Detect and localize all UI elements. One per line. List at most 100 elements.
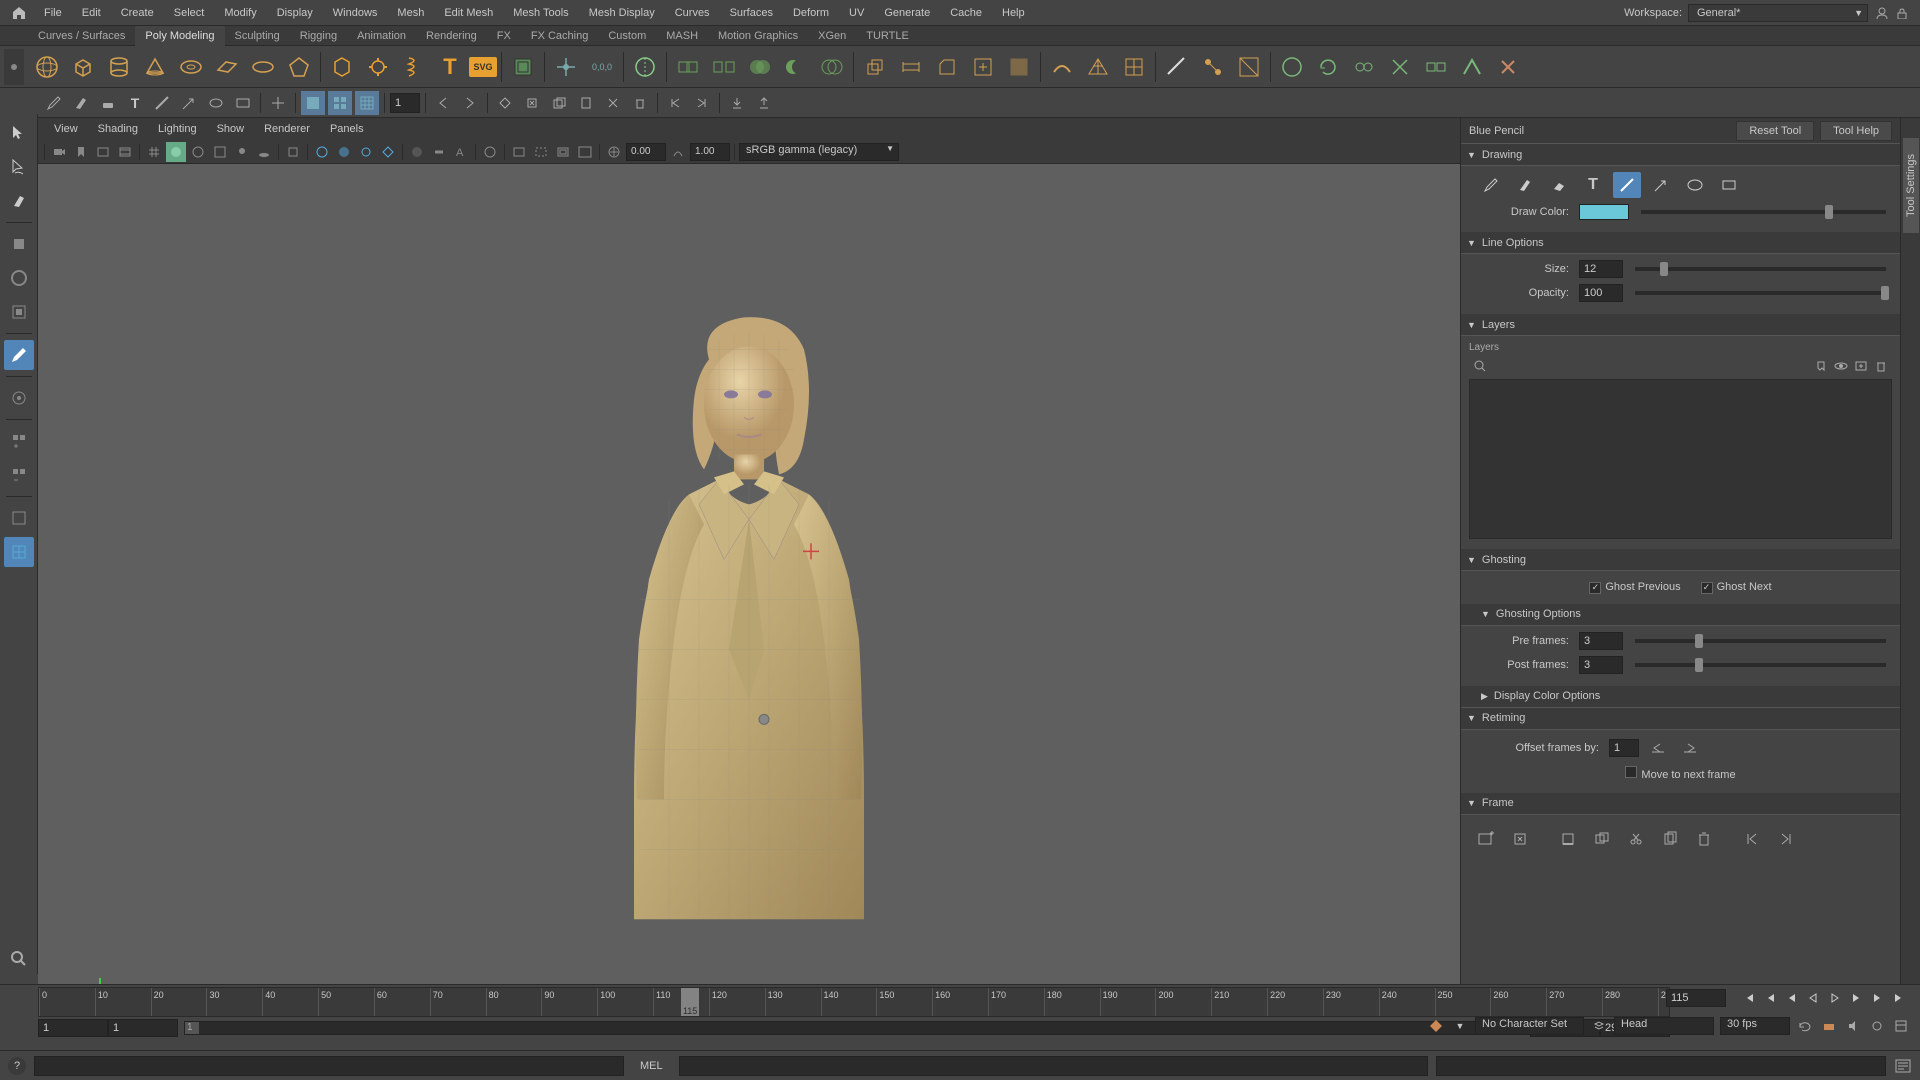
vp-film-icon[interactable] (115, 142, 135, 162)
menu-generate[interactable]: Generate (874, 0, 940, 26)
postframes-input[interactable] (1579, 656, 1623, 674)
search-icon[interactable] (4, 944, 34, 974)
play-back-icon[interactable] (1804, 989, 1822, 1007)
opacity-input[interactable] (1579, 284, 1623, 302)
vp-ao-icon[interactable] (407, 142, 427, 162)
vp-menu-lighting[interactable]: Lighting (150, 123, 205, 135)
step-back-icon[interactable] (1782, 989, 1800, 1007)
go-end-icon[interactable] (1892, 989, 1910, 1007)
combine-icon[interactable] (671, 50, 705, 84)
connect-icon[interactable] (1232, 50, 1266, 84)
arrow-icon[interactable] (177, 91, 201, 115)
step-back-key-icon[interactable] (1760, 989, 1778, 1007)
autokey-icon[interactable] (1427, 1017, 1445, 1035)
vp-gamma-input[interactable] (690, 143, 730, 161)
cylinder-icon[interactable] (102, 50, 136, 84)
layer-delete-icon[interactable] (1874, 359, 1888, 373)
menu-surfaces[interactable]: Surfaces (720, 0, 783, 26)
vp-shaded-icon[interactable] (166, 142, 186, 162)
vp-xray2-icon[interactable] (334, 142, 354, 162)
preframes-input[interactable] (1579, 632, 1623, 650)
cut-frame-icon[interactable] (601, 91, 625, 115)
menu-mesh-tools[interactable]: Mesh Tools (503, 0, 578, 26)
layer-add-icon[interactable] (1854, 359, 1868, 373)
section-layers[interactable]: ▼Layers (1461, 314, 1900, 336)
vp-safe-icon[interactable] (553, 142, 573, 162)
select-tool-icon[interactable] (4, 118, 34, 148)
merge-icon[interactable] (1347, 50, 1381, 84)
multicut-icon[interactable] (1160, 50, 1194, 84)
vp-textured-icon[interactable] (210, 142, 230, 162)
layout-four-icon[interactable] (4, 537, 34, 567)
opacity-input[interactable] (390, 93, 420, 113)
offset-right-icon[interactable] (1677, 736, 1703, 760)
pencil-icon[interactable] (42, 91, 66, 115)
sync-icon[interactable] (1868, 1017, 1886, 1035)
trash-icon[interactable] (628, 91, 652, 115)
quadrangulate-icon[interactable] (1117, 50, 1151, 84)
eraser-icon[interactable] (96, 91, 120, 115)
vp-camera-icon[interactable] (49, 142, 69, 162)
move-tool-icon[interactable] (4, 229, 34, 259)
section-drawing[interactable]: ▼Drawing (1461, 144, 1900, 166)
cone-icon[interactable] (138, 50, 172, 84)
shelf-tab-fxcaching[interactable]: FX Caching (521, 26, 598, 46)
draw-arrow-icon[interactable] (1647, 172, 1675, 198)
layer-menu-icon[interactable] (1590, 1017, 1608, 1035)
svg-icon[interactable]: SVG (469, 57, 497, 77)
shelf-tab-rigging[interactable]: Rigging (290, 26, 347, 46)
plane-icon[interactable] (210, 50, 244, 84)
superellipse-icon[interactable] (325, 50, 359, 84)
viewport[interactable]: M renderCam (masterLayer) -X (38, 164, 1460, 1030)
shelf-tab-rendering[interactable]: Rendering (416, 26, 487, 46)
command-input[interactable] (679, 1056, 1428, 1076)
scale-tool-icon[interactable] (4, 297, 34, 327)
detach-icon[interactable] (1419, 50, 1453, 84)
grid4-icon[interactable] (328, 91, 352, 115)
ellipse-icon[interactable] (204, 91, 228, 115)
move-icon[interactable] (266, 91, 290, 115)
menu-help[interactable]: Help (992, 0, 1035, 26)
shelf-tab-turtle[interactable]: TURTLE (856, 26, 919, 46)
disc-icon[interactable] (246, 50, 280, 84)
remove-icon[interactable] (1491, 50, 1525, 84)
offset-left-icon[interactable] (1645, 736, 1671, 760)
vp-menu-renderer[interactable]: Renderer (256, 123, 318, 135)
vp-menu-show[interactable]: Show (209, 123, 253, 135)
section-ghosting[interactable]: ▼Ghosting (1461, 549, 1900, 571)
fps-select[interactable]: 30 fps (1720, 1017, 1790, 1035)
go-start-icon[interactable] (1738, 989, 1756, 1007)
step-fwd-icon[interactable] (1848, 989, 1866, 1007)
snap-xyz-icon[interactable]: 0,0,0 (585, 50, 619, 84)
grid1-icon[interactable] (301, 91, 325, 115)
lock-icon[interactable] (1894, 5, 1910, 21)
vp-exposure-icon[interactable] (604, 142, 624, 162)
size-slider[interactable] (1635, 267, 1886, 271)
vp-poly-icon[interactable] (378, 142, 398, 162)
shelf-tab-motiongraphics[interactable]: Motion Graphics (708, 26, 808, 46)
vp-motion-icon[interactable] (429, 142, 449, 162)
sidetab-toolsettings[interactable]: Tool Settings (1903, 138, 1919, 233)
script-editor-icon[interactable] (1894, 1058, 1912, 1074)
vp-colorspace-select[interactable]: sRGB gamma (legacy)▼ (739, 143, 899, 161)
bluepencil-tool-icon[interactable] (4, 340, 34, 370)
to-start-icon[interactable] (663, 91, 687, 115)
vp-image-icon[interactable] (93, 142, 113, 162)
last-tool-icon[interactable] (4, 383, 34, 413)
separate-icon[interactable] (707, 50, 741, 84)
draw-text-icon[interactable]: T (1579, 172, 1607, 198)
home-icon[interactable] (10, 4, 28, 22)
frame-trash-icon[interactable] (1691, 827, 1717, 851)
bridge-icon[interactable] (894, 50, 928, 84)
layout-sub-icon[interactable] (4, 460, 34, 490)
section-frame[interactable]: ▼Frame (1461, 793, 1900, 815)
draw-eraser-icon[interactable] (1545, 172, 1573, 198)
section-retiming[interactable]: ▼Retiming (1461, 708, 1900, 730)
crease-icon[interactable] (1455, 50, 1489, 84)
vp-aa-icon[interactable]: A (451, 142, 471, 162)
platonic-icon[interactable] (282, 50, 316, 84)
menu-curves[interactable]: Curves (665, 0, 720, 26)
layout-single-icon[interactable] (4, 503, 34, 533)
menu-create[interactable]: Create (111, 0, 164, 26)
layers-list[interactable] (1469, 379, 1892, 539)
